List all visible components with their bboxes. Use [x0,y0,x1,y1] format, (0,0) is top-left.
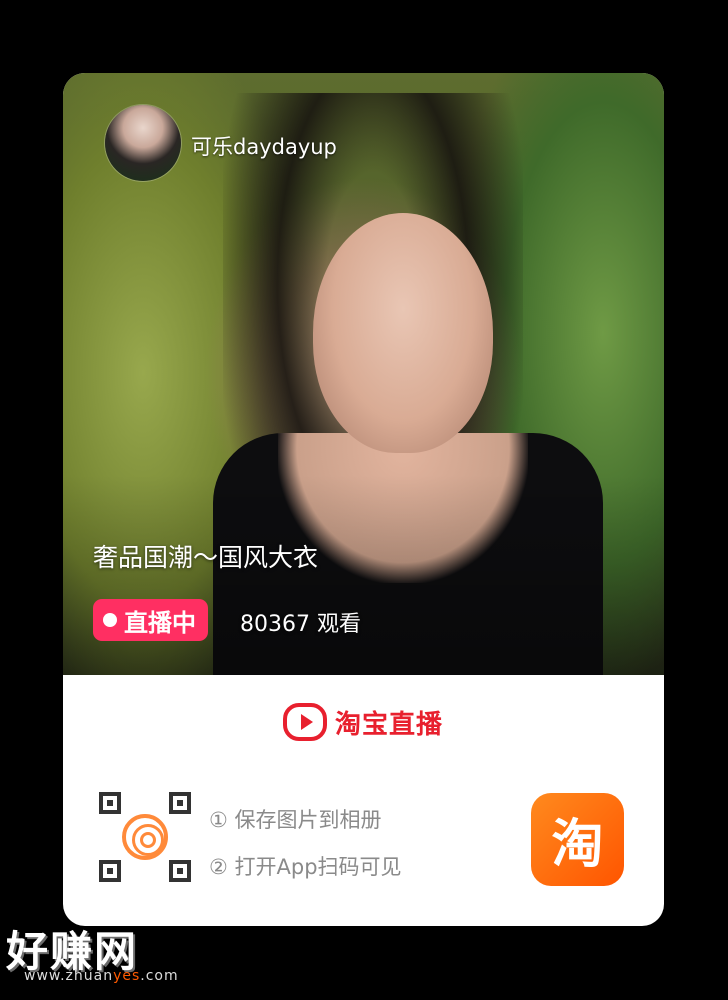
step-open-app-scan: ② 打开App扫码可见 [209,855,402,879]
watermark-url-hl: yes [113,968,141,984]
watermark-url-post: .com [140,968,179,984]
viewer-count: 80367 观看 [240,612,361,637]
qr-finder-icon [169,860,191,882]
qr-code[interactable] [99,792,197,884]
taobao-app-icon[interactable]: 淘 [531,793,624,886]
taobao-app-glyph: 淘 [551,815,604,875]
taobao-live-brand: 淘宝直播 [283,703,443,741]
cover-face [313,213,493,453]
watermark-url-pre: www.zhuan [24,968,114,984]
live-title: 奢品国潮～国风大衣 [93,543,319,572]
host-avatar[interactable] [105,105,181,181]
host-name[interactable]: 可乐daydayup [191,131,337,161]
brand-name: 淘宝直播 [335,709,444,740]
play-icon [283,703,327,741]
live-status-label: 直播中 [124,608,196,637]
qr-finder-icon [169,792,191,814]
live-status-badge: 直播中 [93,599,208,641]
qr-finder-icon [99,792,121,814]
fingerprint-icon [122,814,168,860]
live-dot-icon [103,613,117,627]
watermark-url: www.zhuanyes.com [24,968,179,984]
cover-shade [63,475,664,675]
step-save-image: ① 保存图片到相册 [209,808,382,832]
live-cover-image[interactable]: 可乐daydayup 奢品国潮～国风大衣 直播中 80367 观看 [63,73,664,675]
site-watermark: 好赚网 www.zhuanyes.com [6,918,196,990]
share-card: 可乐daydayup 奢品国潮～国风大衣 直播中 80367 观看 淘宝直播 ①… [63,73,664,926]
qr-finder-icon [99,860,121,882]
